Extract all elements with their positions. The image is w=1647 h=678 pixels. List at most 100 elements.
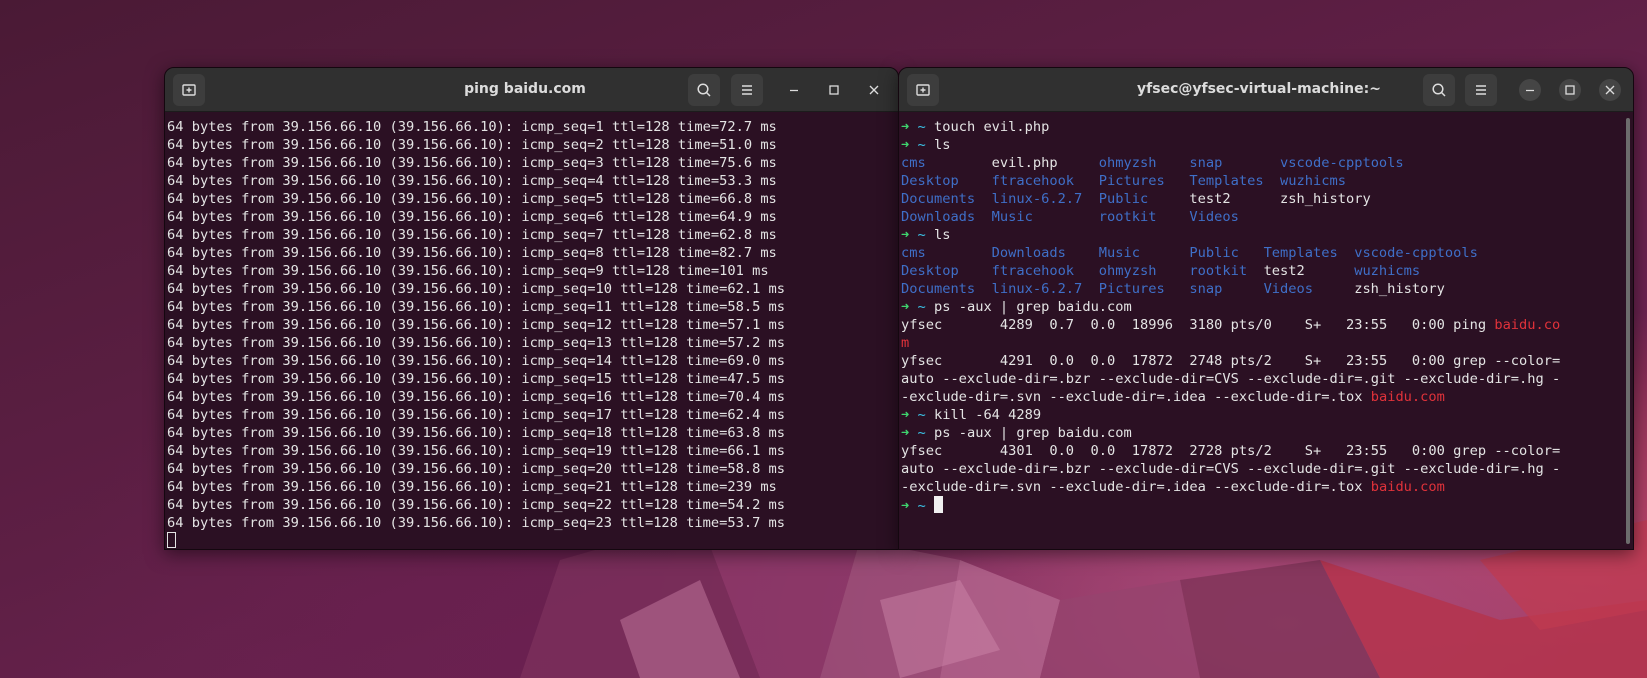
command-text: ps -aux | grep baidu.com <box>934 425 1132 441</box>
output-line: 64 bytes from 39.156.66.10 (39.156.66.10… <box>167 299 786 315</box>
terminal-output[interactable]: 64 bytes from 39.156.66.10 (39.156.66.10… <box>165 112 898 549</box>
ls-entry: Documents <box>901 281 976 297</box>
search-icon <box>1431 82 1447 98</box>
ls-row: Downloads Music rootkit Videos <box>901 208 1633 226</box>
ls-entry: evil.php <box>991 155 1058 171</box>
new-tab-button[interactable] <box>907 74 939 106</box>
output-text: yfsec 4289 0.7 0.0 18996 3180 pts/0 S+ 2… <box>901 317 1495 333</box>
ls-entry: Music <box>1098 245 1140 261</box>
close-icon <box>868 81 880 100</box>
output-line: 64 bytes from 39.156.66.10 (39.156.66.10… <box>167 515 786 531</box>
ls-entry: Music <box>991 209 1033 225</box>
ls-entry: Templates <box>1263 245 1338 261</box>
output-line: 64 bytes from 39.156.66.10 (39.156.66.10… <box>167 371 786 387</box>
search-button[interactable] <box>688 74 720 106</box>
menu-button[interactable] <box>1465 74 1497 106</box>
new-tab-icon <box>181 82 197 98</box>
highlight-match: m <box>901 335 910 351</box>
cursor-line <box>167 532 898 549</box>
prompt-dir: ~ <box>917 227 926 243</box>
search-button[interactable] <box>1423 74 1455 106</box>
output-line: 64 bytes from 39.156.66.10 (39.156.66.10… <box>167 245 777 261</box>
window-title: ping baidu.com <box>464 81 586 97</box>
ls-entry: zsh_history <box>1280 191 1371 207</box>
output-line: 64 bytes from 39.156.66.10 (39.156.66.10… <box>167 353 786 369</box>
output-line: 64 bytes from 39.156.66.10 (39.156.66.10… <box>167 227 777 243</box>
text-cursor <box>167 532 176 548</box>
highlight-match: baidu.com <box>1370 479 1445 495</box>
ls-entry: test2 <box>1189 191 1231 207</box>
scrollbar[interactable] <box>1626 118 1630 544</box>
prompt-arrow: ➜ <box>901 227 910 243</box>
menu-button[interactable] <box>731 74 763 106</box>
output-line: 64 bytes from 39.156.66.10 (39.156.66.10… <box>167 173 777 189</box>
ls-entry: Desktop <box>901 263 959 279</box>
ls-entry: rootkit <box>1189 263 1248 279</box>
command-text: kill -64 4289 <box>934 407 1042 423</box>
prompt-arrow: ➜ <box>901 407 910 423</box>
prompt-dir: ~ <box>917 137 926 153</box>
ls-row: Documents linux-6.2.7 Pictures snap Videos zs… <box>901 280 1633 298</box>
prompt-dir: ~ <box>917 299 926 315</box>
hamburger-menu-icon <box>739 82 755 98</box>
maximize-icon <box>1564 81 1576 100</box>
ls-entry: snap <box>1189 281 1223 297</box>
ps-row: yfsec 4301 0.0 0.0 17872 2728 pts/2 S+ 2… <box>901 443 1561 459</box>
output-line: 64 bytes from 39.156.66.10 (39.156.66.10… <box>167 443 786 459</box>
ls-entry: zsh_history <box>1354 281 1445 297</box>
terminal-output[interactable]: ➜ ~ touch evil.php ➜ ~ ls cms evil.php ohmyz… <box>899 112 1633 549</box>
minimize-icon <box>1524 81 1536 100</box>
ps-row: yfsec 4291 0.0 0.0 17872 2748 pts/2 S+ 2… <box>901 353 1561 369</box>
search-icon <box>696 82 712 98</box>
maximize-icon <box>828 81 840 100</box>
output-line: 64 bytes from 39.156.66.10 (39.156.66.10… <box>167 497 786 513</box>
ls-entry: linux-6.2.7 <box>991 191 1083 207</box>
output-line: 64 bytes from 39.156.66.10 (39.156.66.10… <box>167 425 786 441</box>
titlebar[interactable]: ping baidu.com <box>165 68 898 112</box>
ls-entry: ftracehook <box>991 263 1075 279</box>
ls-entry: linux-6.2.7 <box>991 281 1083 297</box>
terminal-window-ping[interactable]: ping baidu.com 64 bytes from 39.156.66.1… <box>164 67 899 550</box>
ls-row: cms evil.php ohmyzsh snap vscode-cpptools <box>901 154 1633 172</box>
close-icon <box>1604 81 1616 100</box>
close-button[interactable] <box>863 79 885 101</box>
ls-entry: Public <box>1098 191 1149 207</box>
new-tab-button[interactable] <box>173 74 205 106</box>
prompt-line: ➜ ~ ps -aux | grep baidu.com <box>901 298 1633 316</box>
ls-row: cms Downloads Music Public Templates vscode-c… <box>901 244 1633 262</box>
output-line: 64 bytes from 39.156.66.10 (39.156.66.10… <box>167 119 777 135</box>
terminal-window-shell[interactable]: yfsec@yfsec-virtual-machine:~ ➜ ~ touch … <box>898 67 1634 550</box>
window-title: yfsec@yfsec-virtual-machine:~ <box>1137 81 1381 97</box>
output-line: 64 bytes from 39.156.66.10 (39.156.66.10… <box>167 389 786 405</box>
prompt-arrow: ➜ <box>901 299 910 315</box>
output-line: 64 bytes from 39.156.66.10 (39.156.66.10… <box>167 137 777 153</box>
prompt-line: ➜ ~ ls <box>901 226 1633 244</box>
ls-entry: Downloads <box>991 245 1066 261</box>
prompt-dir: ~ <box>917 407 926 423</box>
prompt-dir: ~ <box>917 425 926 441</box>
titlebar[interactable]: yfsec@yfsec-virtual-machine:~ <box>899 68 1633 112</box>
output-line: 64 bytes from 39.156.66.10 (39.156.66.10… <box>167 479 777 495</box>
ls-entry: wuzhicms <box>1280 173 1346 189</box>
output-line: 64 bytes from 39.156.66.10 (39.156.66.10… <box>167 407 786 423</box>
output-line: 64 bytes from 39.156.66.10 (39.156.66.10… <box>167 155 777 171</box>
maximize-button[interactable] <box>1559 79 1581 101</box>
output-line: auto --exclude-dir=.bzr --exclude-dir=CV… <box>901 461 1561 477</box>
ls-entry: wuzhicms <box>1354 263 1421 279</box>
output-text: -exclude-dir=.svn --exclude-dir=.idea --… <box>901 479 1371 495</box>
prompt-line: ➜ ~ ls <box>901 136 1633 154</box>
ls-row: Desktop ftracehook Pictures Templates wuzhic… <box>901 172 1633 190</box>
prompt-arrow: ➜ <box>901 498 910 514</box>
minimize-button[interactable] <box>1519 79 1541 101</box>
output-line: 64 bytes from 39.156.66.10 (39.156.66.10… <box>167 209 777 225</box>
output-line: 64 bytes from 39.156.66.10 (39.156.66.10… <box>167 191 777 207</box>
minimize-button[interactable] <box>783 79 805 101</box>
output-line: auto --exclude-dir=.bzr --exclude-dir=CV… <box>901 371 1561 387</box>
ls-entry: test2 <box>1263 263 1305 279</box>
minimize-icon <box>788 81 800 100</box>
prompt-line: ➜ ~ ps -aux | grep baidu.com <box>901 424 1633 442</box>
command-text: ls <box>934 227 951 243</box>
close-button[interactable] <box>1599 79 1621 101</box>
maximize-button[interactable] <box>823 79 845 101</box>
ls-entry: vscode-cpptools <box>1354 245 1478 261</box>
